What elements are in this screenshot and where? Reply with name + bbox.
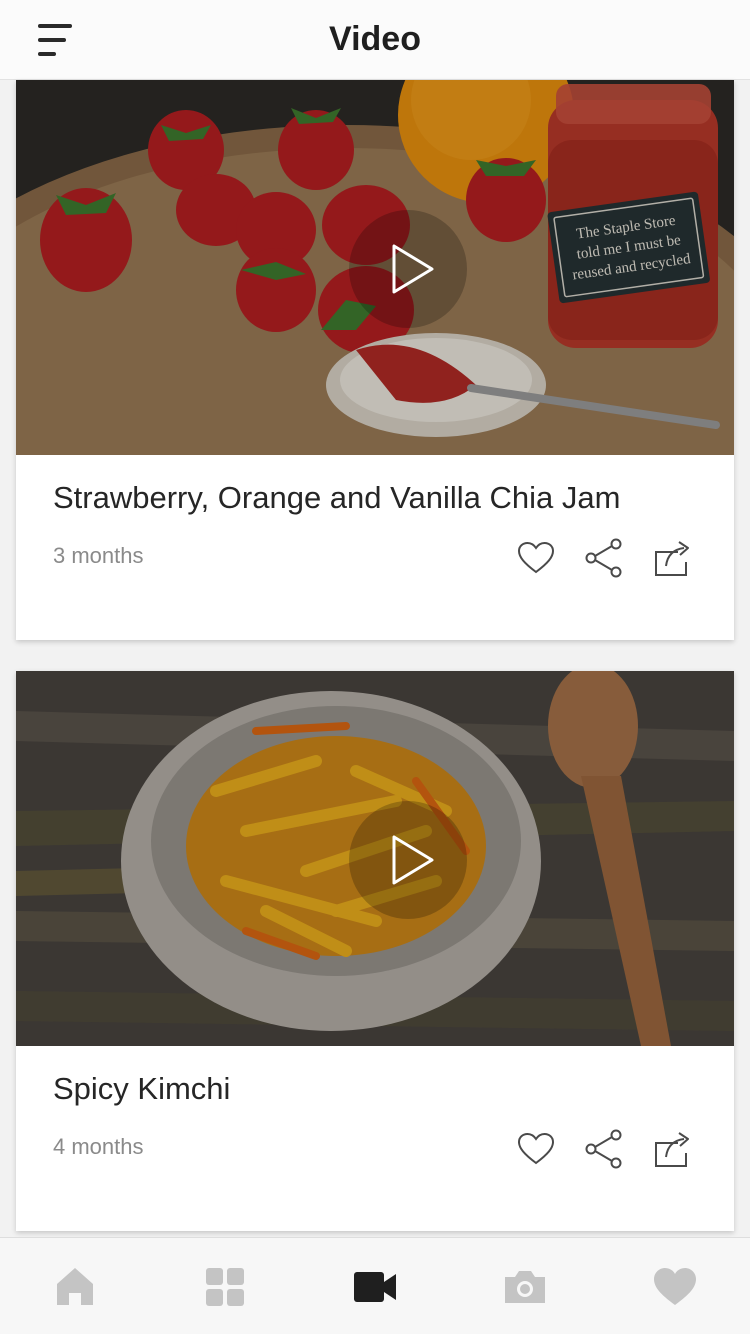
video-time-ago: 3 months [53,543,144,568]
bottom-tab-bar [0,1237,750,1334]
play-icon [392,835,434,885]
tab-home[interactable] [50,1265,100,1309]
share-button[interactable] [584,538,624,578]
play-icon [392,244,434,294]
export-button[interactable] [652,1129,692,1169]
export-icon [655,541,689,576]
video-camera-icon [354,1272,396,1302]
video-thumbnail-jam[interactable]: The Staple Store told me I must be reuse… [16,80,734,455]
app-header: Video [0,0,750,80]
export-icon [655,1132,689,1167]
heart-icon [654,1268,696,1305]
like-button[interactable] [516,1129,556,1169]
play-button[interactable] [349,210,467,328]
camera-icon [505,1271,545,1303]
video-title[interactable]: Strawberry, Orange and Vanilla Chia Jam [53,480,620,516]
video-card[interactable]: The Staple Store told me I must be reuse… [16,80,734,640]
heart-icon [517,541,555,574]
heart-icon [517,1132,555,1165]
share-icon [585,538,622,578]
share-icon [585,1129,622,1169]
tab-video[interactable] [350,1265,400,1309]
play-button[interactable] [349,801,467,919]
grid-icon [206,1268,244,1306]
video-time-ago: 4 months [53,1134,144,1159]
video-title[interactable]: Spicy Kimchi [53,1071,230,1107]
tab-grid[interactable] [200,1265,250,1309]
export-button[interactable] [652,538,692,578]
tab-camera[interactable] [500,1265,550,1309]
video-card[interactable]: Spicy Kimchi 4 months [16,671,734,1231]
home-icon [57,1268,93,1305]
video-thumbnail-kimchi[interactable] [16,671,734,1046]
share-button[interactable] [584,1129,624,1169]
like-button[interactable] [516,538,556,578]
tab-favorites[interactable] [650,1265,700,1309]
page-title: Video [329,20,421,58]
